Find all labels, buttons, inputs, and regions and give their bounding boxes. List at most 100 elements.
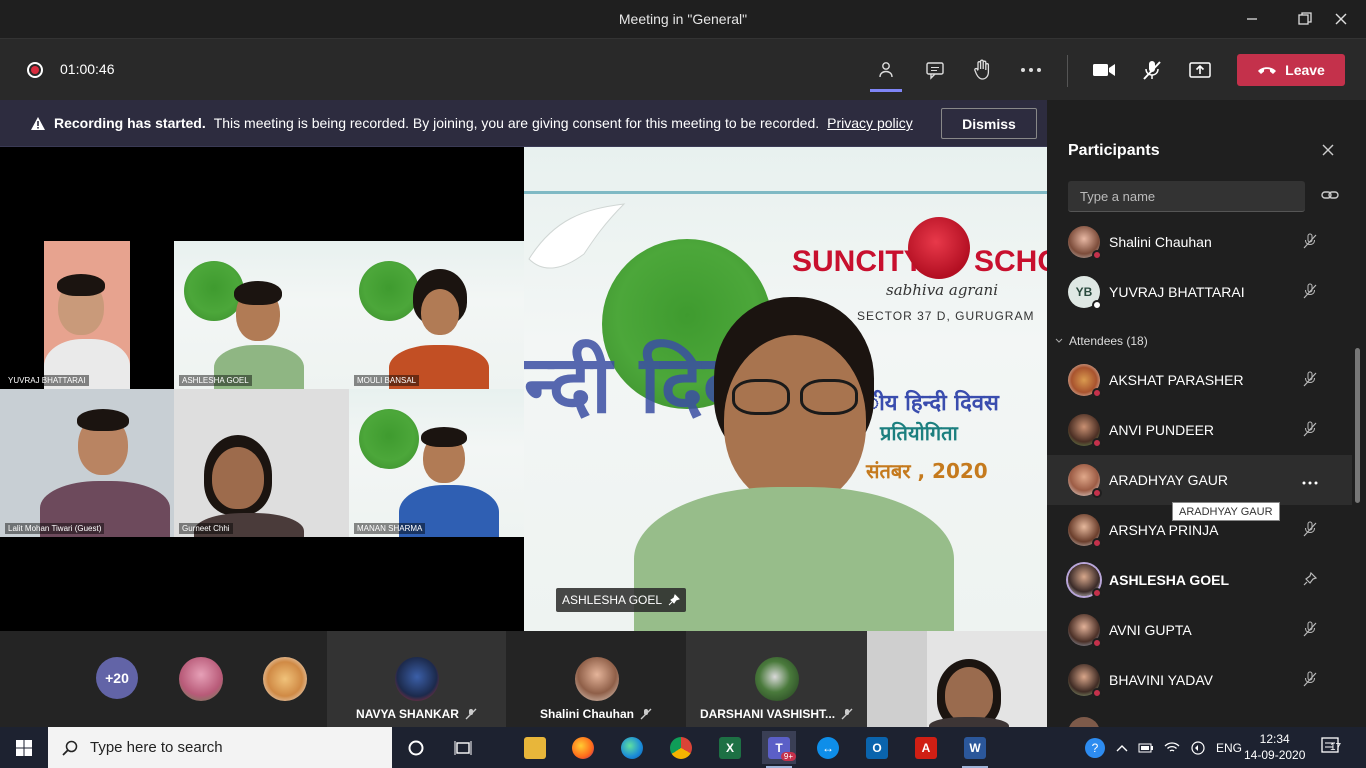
- participant-row[interactable]: [1047, 705, 1352, 727]
- warning-icon: [31, 116, 45, 130]
- participant-row[interactable]: BHAVINI YADAV: [1047, 655, 1352, 705]
- hindi-line-3: संतबर , 2020: [866, 459, 988, 483]
- battery-icon[interactable]: [1138, 743, 1154, 753]
- close-panel-button[interactable]: [1322, 140, 1334, 161]
- task-view-icon: [454, 740, 472, 755]
- self-video-tile[interactable]: [867, 631, 1047, 727]
- suncity-logo: SUNCITY: [792, 245, 924, 278]
- help-icon[interactable]: ?: [1084, 737, 1106, 759]
- toolbar-divider: [1067, 55, 1068, 87]
- avatar: [1068, 464, 1102, 498]
- taskbar-firefox[interactable]: [566, 731, 600, 764]
- video-tile: Gurneet Chhi: [174, 389, 349, 537]
- edge-icon: [621, 736, 643, 759]
- show-chat-button[interactable]: [919, 56, 951, 84]
- participant-avatar[interactable]: [263, 657, 307, 701]
- wifi-icon[interactable]: [1164, 741, 1180, 754]
- tagline: sabhiva agrani: [886, 281, 999, 299]
- participant-name: ANVI PUNDEER: [1109, 422, 1215, 438]
- start-button[interactable]: [0, 727, 48, 768]
- taskbar-edge[interactable]: [615, 731, 649, 764]
- volume-icon[interactable]: [1190, 740, 1206, 755]
- leave-button[interactable]: Leave: [1237, 54, 1345, 86]
- search-icon: [62, 740, 78, 756]
- camera-button[interactable]: [1088, 56, 1120, 84]
- avatar: [1068, 514, 1102, 548]
- taskbar-chrome[interactable]: [664, 731, 698, 764]
- clock-date: 14-09-2020: [1244, 748, 1306, 762]
- participant-avatar: [755, 657, 799, 701]
- camera-icon: [1093, 64, 1115, 76]
- participant-tile[interactable]: DARSHANI VASHISHT...: [686, 631, 867, 727]
- participant-tile[interactable]: Shalini Chauhan: [506, 631, 686, 727]
- video-tile: ASHLESHA GOEL: [174, 241, 349, 389]
- taskbar-search-input[interactable]: Type here to search: [48, 727, 392, 768]
- participant-name: AKSHAT PARASHER: [1109, 372, 1244, 388]
- banner-text: This meeting is being recorded. By joini…: [213, 115, 820, 131]
- more-actions-button[interactable]: [1015, 56, 1047, 84]
- video-tile: MOULI BANSAL: [349, 241, 524, 389]
- taskbar-acrobat[interactable]: A: [909, 731, 943, 764]
- close-icon: [1322, 144, 1334, 156]
- privacy-policy-link[interactable]: Privacy policy: [827, 115, 913, 131]
- more-participants-button[interactable]: +20: [96, 657, 138, 699]
- participant-row[interactable]: Shalini Chauhan: [1047, 217, 1352, 267]
- taskbar-file-explorer[interactable]: [518, 731, 552, 764]
- dismiss-button[interactable]: Dismiss: [941, 108, 1037, 139]
- panel-scrollbar[interactable]: [1355, 348, 1360, 503]
- participant-tile[interactable]: NAVYA SHANKAR: [327, 631, 506, 727]
- main-speaker-video[interactable]: न्दी दिवस SUNCITY SCHO sabhiva agrani SE…: [524, 147, 1047, 631]
- chevron-up-icon[interactable]: [1116, 744, 1128, 752]
- participant-search-input[interactable]: Type a name: [1068, 181, 1305, 212]
- mic-off-icon: [1302, 233, 1318, 252]
- recording-banner: Recording has started. This meeting is b…: [0, 100, 1047, 147]
- participant-name: NAVYA SHANKAR: [356, 707, 459, 721]
- show-participants-button[interactable]: [870, 56, 902, 92]
- participant-name: Shalini Chauhan: [1109, 234, 1212, 250]
- chat-icon: [926, 62, 944, 80]
- link-icon: [1321, 191, 1339, 199]
- minimize-button[interactable]: [1229, 0, 1275, 38]
- mute-button[interactable]: [1136, 56, 1168, 84]
- avatar: [1068, 614, 1102, 648]
- participant-avatar[interactable]: [179, 657, 223, 701]
- participant-row[interactable]: YB YUVRAJ BHATTARAI: [1047, 267, 1352, 317]
- participant-row[interactable]: ASHLESHA GOEL: [1047, 555, 1352, 605]
- raise-hand-button[interactable]: [966, 56, 998, 84]
- cortana-button[interactable]: [399, 731, 433, 764]
- action-center-button[interactable]: 17: [1320, 736, 1354, 760]
- shared-screen[interactable]: YUVRAJ BHATTARAI ASHLESHA GOEL MOULI BAN…: [0, 147, 524, 631]
- share-screen-button[interactable]: [1184, 56, 1216, 84]
- taskbar-excel[interactable]: X: [713, 731, 747, 764]
- participant-row[interactable]: ANVI PUNDEER: [1047, 405, 1352, 455]
- taskbar-teamviewer[interactable]: ↔: [811, 731, 845, 764]
- firefox-icon: [572, 736, 594, 759]
- taskbar-teams[interactable]: T 9+: [762, 731, 796, 768]
- mic-off-icon: [1143, 61, 1161, 80]
- mic-on-icon: [1302, 571, 1318, 590]
- taskbar-clock[interactable]: 12:34 14-09-2020: [1244, 731, 1305, 763]
- participant-row[interactable]: ARADHYAY GAUR: [1047, 455, 1352, 505]
- participant-row[interactable]: AVNI GUPTA: [1047, 605, 1352, 655]
- hang-up-icon: [1258, 67, 1277, 74]
- share-invite-button[interactable]: [1321, 188, 1339, 204]
- participant-row[interactable]: AKSHAT PARASHER: [1047, 355, 1352, 405]
- attendees-section-header[interactable]: Attendees (18): [1055, 334, 1148, 348]
- meeting-timer: 01:00:46: [60, 61, 115, 77]
- svg-text:?: ?: [1092, 741, 1099, 755]
- taskbar-word[interactable]: W: [958, 731, 992, 768]
- participant-name: BHAVINI YADAV: [1109, 672, 1213, 688]
- sector-text: SECTOR 37 D, GURUGRAM: [857, 309, 1035, 323]
- mic-off-icon: [1302, 371, 1318, 390]
- avatar: [1068, 414, 1102, 448]
- mic-off-icon: [640, 708, 652, 720]
- task-view-button[interactable]: [446, 731, 480, 764]
- language-indicator[interactable]: ENG: [1216, 741, 1242, 755]
- taskbar-outlook[interactable]: O: [860, 731, 894, 764]
- close-window-button[interactable]: [1318, 0, 1364, 38]
- mic-off-icon: [841, 708, 853, 720]
- search-placeholder: Type here to search: [90, 739, 223, 756]
- participant-more-options-button[interactable]: [1302, 472, 1318, 488]
- avatar: [1068, 364, 1102, 398]
- participant-name: DARSHANI VASHISHT...: [699, 707, 836, 721]
